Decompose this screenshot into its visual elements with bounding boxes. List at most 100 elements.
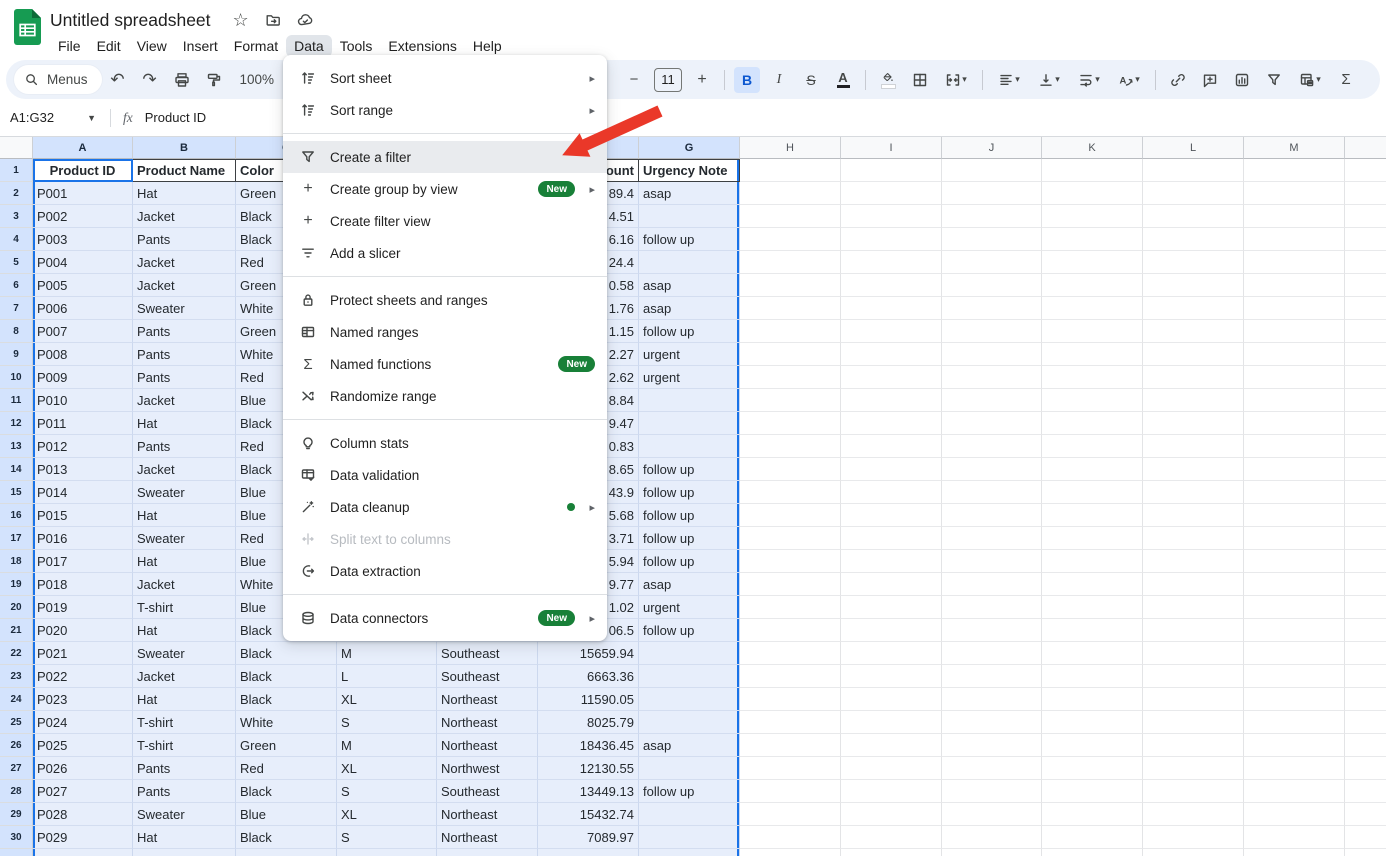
cell-J25[interactable] <box>942 711 1042 734</box>
cell-I30[interactable] <box>841 826 942 849</box>
cell-B25[interactable]: T-shirt <box>133 711 236 734</box>
cell-K14[interactable] <box>1042 458 1143 481</box>
cell-G22[interactable] <box>639 642 740 665</box>
cell-D22[interactable]: M <box>337 642 437 665</box>
cell-G9[interactable]: urgent <box>639 343 740 366</box>
cell-D29[interactable]: XL <box>337 803 437 826</box>
column-header-I[interactable]: I <box>841 137 942 159</box>
cell-C22[interactable]: Black <box>236 642 337 665</box>
row-header-31[interactable]: 31 <box>0 849 33 856</box>
row-header-24[interactable]: 24 <box>0 688 33 711</box>
cell-A14[interactable]: P013 <box>33 458 133 481</box>
cell-K17[interactable] <box>1042 527 1143 550</box>
menu-item-create-filter-view[interactable]: +Create filter view <box>283 205 607 237</box>
cell-L15[interactable] <box>1143 481 1244 504</box>
cell-B6[interactable]: Jacket <box>133 274 236 297</box>
cell-H19[interactable] <box>740 573 841 596</box>
strikethrough-button[interactable]: S <box>798 67 824 93</box>
cell-H8[interactable] <box>740 320 841 343</box>
row-header-11[interactable]: 11 <box>0 389 33 412</box>
cell-J21[interactable] <box>942 619 1042 642</box>
column-header-G[interactable]: G <box>639 137 740 159</box>
cell-G5[interactable] <box>639 251 740 274</box>
cell-K18[interactable] <box>1042 550 1143 573</box>
cell-F22[interactable]: 15659.94 <box>538 642 639 665</box>
cell-K23[interactable] <box>1042 665 1143 688</box>
menu-item-data-connectors[interactable]: Data connectorsNew▸ <box>283 602 607 634</box>
cell-A19[interactable]: P018 <box>33 573 133 596</box>
cell-D27[interactable]: XL <box>337 757 437 780</box>
cell-H16[interactable] <box>740 504 841 527</box>
cell-K5[interactable] <box>1042 251 1143 274</box>
cell-L7[interactable] <box>1143 297 1244 320</box>
cell-B26[interactable]: T-shirt <box>133 734 236 757</box>
cell-K20[interactable] <box>1042 596 1143 619</box>
cell-B31[interactable] <box>133 849 236 856</box>
decrease-font-size-button[interactable]: − <box>621 67 647 93</box>
cell-B20[interactable]: T-shirt <box>133 596 236 619</box>
insert-chart-button[interactable] <box>1229 67 1255 93</box>
cell-I10[interactable] <box>841 366 942 389</box>
cell-B11[interactable]: Jacket <box>133 389 236 412</box>
menu-item-sort-sheet[interactable]: Sort sheet▸ <box>283 62 607 94</box>
cell-A24[interactable]: P023 <box>33 688 133 711</box>
cell-J27[interactable] <box>942 757 1042 780</box>
text-color-button[interactable]: A <box>830 67 856 93</box>
cell-N13[interactable] <box>1345 435 1386 458</box>
cell-H5[interactable] <box>740 251 841 274</box>
cell-K10[interactable] <box>1042 366 1143 389</box>
cell-M7[interactable] <box>1244 297 1345 320</box>
cell-N31[interactable] <box>1345 849 1386 856</box>
cell-K8[interactable] <box>1042 320 1143 343</box>
row-header-3[interactable]: 3 <box>0 205 33 228</box>
cell-H26[interactable] <box>740 734 841 757</box>
row-header-4[interactable]: 4 <box>0 228 33 251</box>
cell-L24[interactable] <box>1143 688 1244 711</box>
cell-A16[interactable]: P015 <box>33 504 133 527</box>
menubar-item-extensions[interactable]: Extensions <box>380 35 464 57</box>
cell-I17[interactable] <box>841 527 942 550</box>
column-header-L[interactable]: L <box>1143 137 1244 159</box>
cell-G12[interactable] <box>639 412 740 435</box>
cell-G26[interactable]: asap <box>639 734 740 757</box>
cell-J6[interactable] <box>942 274 1042 297</box>
row-header-27[interactable]: 27 <box>0 757 33 780</box>
menubar-item-edit[interactable]: Edit <box>89 35 129 57</box>
cell-A6[interactable]: P005 <box>33 274 133 297</box>
cell-K30[interactable] <box>1042 826 1143 849</box>
cell-H9[interactable] <box>740 343 841 366</box>
cell-M29[interactable] <box>1244 803 1345 826</box>
menu-item-create-group-by-view[interactable]: +Create group by viewNew▸ <box>283 173 607 205</box>
column-header-B[interactable]: B <box>133 137 236 159</box>
row-header-20[interactable]: 20 <box>0 596 33 619</box>
cell-A22[interactable]: P021 <box>33 642 133 665</box>
cell-M26[interactable] <box>1244 734 1345 757</box>
cell-N28[interactable] <box>1345 780 1386 803</box>
menu-item-sort-range[interactable]: Sort range▸ <box>283 94 607 126</box>
cell-N16[interactable] <box>1345 504 1386 527</box>
cell-L22[interactable] <box>1143 642 1244 665</box>
menubar-item-view[interactable]: View <box>129 35 175 57</box>
cell-E30[interactable]: Northeast <box>437 826 538 849</box>
cell-K29[interactable] <box>1042 803 1143 826</box>
text-wrap-button[interactable]: ▾ <box>1072 67 1106 93</box>
cell-G16[interactable]: follow up <box>639 504 740 527</box>
cell-L26[interactable] <box>1143 734 1244 757</box>
cell-G21[interactable]: follow up <box>639 619 740 642</box>
cell-L31[interactable] <box>1143 849 1244 856</box>
cell-G20[interactable]: urgent <box>639 596 740 619</box>
vertical-align-button[interactable]: ▾ <box>1032 67 1066 93</box>
cell-K26[interactable] <box>1042 734 1143 757</box>
cell-B10[interactable]: Pants <box>133 366 236 389</box>
cell-B23[interactable]: Jacket <box>133 665 236 688</box>
cell-J26[interactable] <box>942 734 1042 757</box>
cell-M30[interactable] <box>1244 826 1345 849</box>
text-rotation-button[interactable]: A▾ <box>1112 67 1146 93</box>
cell-G31[interactable] <box>639 849 740 856</box>
row-header-1[interactable]: 1 <box>0 159 33 182</box>
cell-H6[interactable] <box>740 274 841 297</box>
cell-G24[interactable] <box>639 688 740 711</box>
cell-J1[interactable] <box>942 159 1042 182</box>
cell-C27[interactable]: Red <box>236 757 337 780</box>
cell-K12[interactable] <box>1042 412 1143 435</box>
